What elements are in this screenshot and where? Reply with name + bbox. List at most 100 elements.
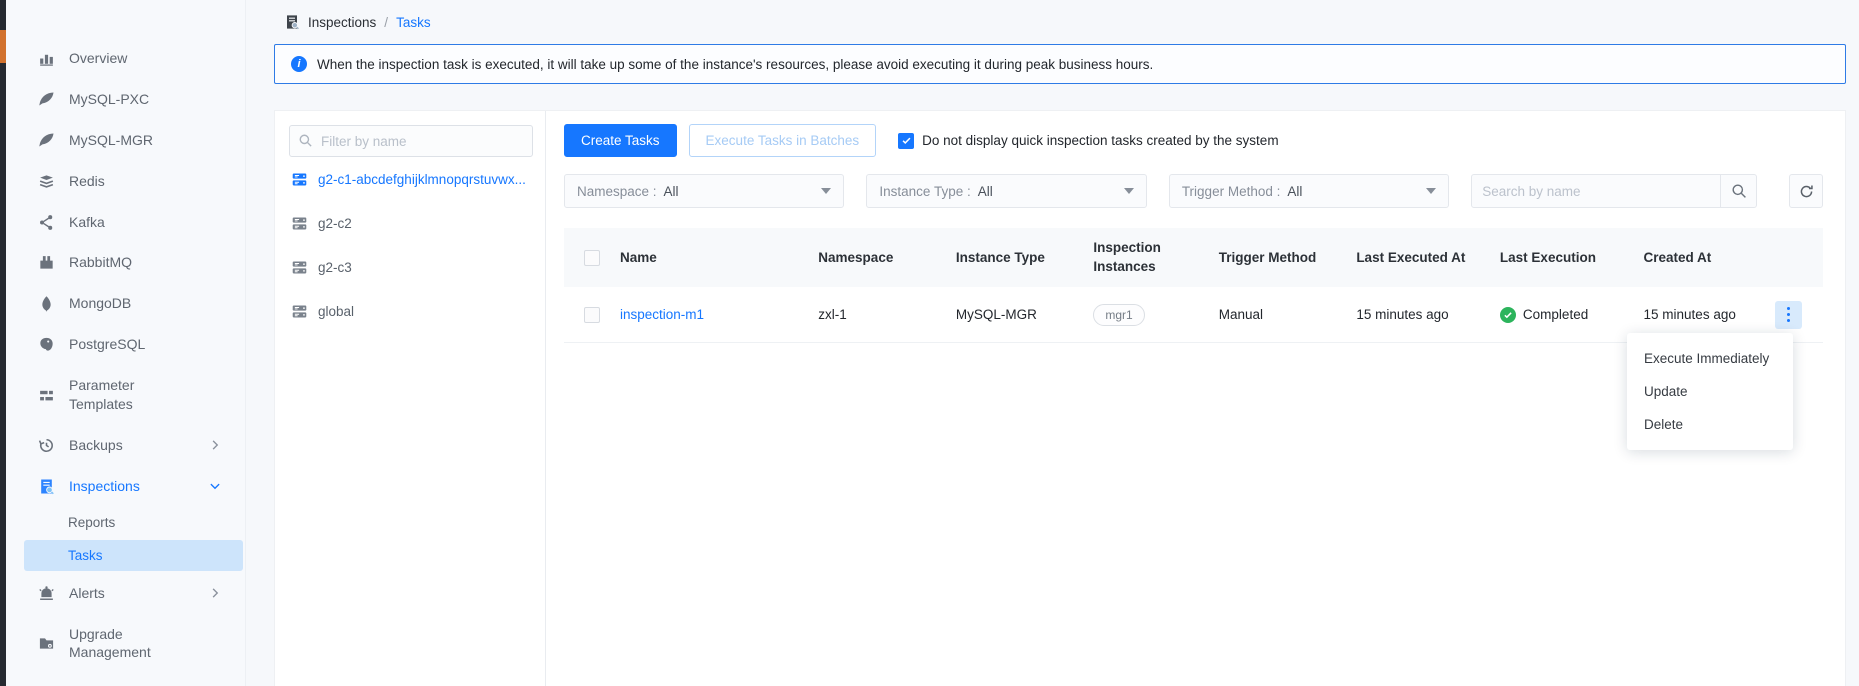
doc-magnifier-icon [38,478,55,495]
server-icon [291,303,308,320]
cluster-filter-input[interactable] [289,125,533,157]
table-header: Name Namespace Instance Type Inspection … [564,228,1823,287]
column-header-instance-type: Instance Type [956,250,1094,265]
status-badge: Completed [1500,307,1634,323]
sidebar-item-postgresql[interactable]: PostgreSQL [6,324,245,365]
table-row: inspection-m1 zxl-1 MySQL-MGR mgr1 Manua… [564,287,1823,343]
sidebar-item-tasks[interactable]: Tasks [24,540,243,571]
menu-item-delete[interactable]: Delete [1627,408,1793,441]
trigger-method-select-value: All [1287,184,1302,199]
sidebar-item-label: Alerts [69,584,105,603]
caret-down-icon [821,188,831,194]
namespace-select[interactable]: Namespace : All [564,174,844,208]
caret-down-icon [1124,188,1134,194]
rabbit-icon [38,254,55,271]
menu-item-execute-immediately[interactable]: Execute Immediately [1627,342,1793,375]
cluster-item-g2-c3[interactable]: g2-c3 [283,245,533,289]
sidebar-item-parameter-templates[interactable]: Parameter Templates [6,365,245,425]
row-checkbox[interactable] [584,307,600,323]
sidebar-item-mysql-pxc[interactable]: MySQL-PXC [6,79,245,120]
hide-system-tasks-checkbox[interactable] [898,133,914,149]
nodes-icon [38,214,55,231]
search-input[interactable] [1472,175,1720,207]
sidebar-item-label: Inspections [69,477,140,496]
info-banner-text: When the inspection task is executed, it… [317,57,1153,72]
instance-type-select[interactable]: Instance Type : All [866,174,1146,208]
sidebar-item-label: Parameter Templates [69,376,201,414]
sidebar-item-label: MySQL-PXC [69,90,149,109]
chevron-right-icon [209,587,221,599]
tasks-content: Create Tasks Execute Tasks in Batches Do… [546,111,1845,686]
sidebar-item-label: Upgrade Management [69,625,201,663]
create-tasks-button[interactable]: Create Tasks [564,124,677,157]
elephant-icon [38,336,55,353]
server-icon [291,215,308,232]
sidebar-item-label: Redis [69,172,105,191]
sidebar-item-reports[interactable]: Reports [6,507,245,538]
success-check-icon [1500,307,1516,323]
cell-last-executed-at: 15 minutes ago [1356,307,1500,322]
select-all-checkbox[interactable] [584,250,600,266]
instance-type-select-value: All [978,184,993,199]
row-actions-menu: Execute Immediately Update Delete [1627,333,1793,450]
info-banner: i When the inspection task is executed, … [274,44,1846,84]
layers-icon [38,173,55,190]
sidebar-item-upgrade-management[interactable]: Upgrade Management [6,614,245,674]
execute-batches-button[interactable]: Execute Tasks in Batches [689,124,877,157]
sidebar-item-redis[interactable]: Redis [6,161,245,202]
refresh-button[interactable] [1789,174,1823,208]
column-header-created-at: Created At [1644,250,1775,265]
column-header-last-executed-at: Last Executed At [1356,250,1500,265]
toolbar: Create Tasks Execute Tasks in Batches Do… [564,124,1823,157]
sidebar-item-label: Tasks [68,548,103,563]
sidebar-item-rabbitmq[interactable]: RabbitMQ [6,242,245,283]
cluster-item-g2-c2[interactable]: g2-c2 [283,201,533,245]
caret-down-icon [1426,188,1436,194]
server-icon [291,171,308,188]
sidebar-item-overview[interactable]: Overview [6,38,245,79]
dolphin-icon [38,91,55,108]
chevron-down-icon [209,480,221,492]
menu-item-update[interactable]: Update [1627,375,1793,408]
search-icon [298,133,313,151]
sidebar-item-alerts[interactable]: Alerts [6,573,245,614]
sidebar-item-mongodb[interactable]: MongoDB [6,283,245,324]
cluster-item-label: g2-c3 [318,260,352,275]
breadcrumb-section[interactable]: Inspections [308,15,376,30]
trigger-method-select-label: Trigger Method : [1182,184,1281,199]
breadcrumb-current[interactable]: Tasks [396,15,431,30]
app-window: Overview MySQL-PXC MySQL-MGR Redis Kafka… [0,0,1859,686]
cluster-item-global[interactable]: global [283,289,533,333]
sidebar-item-backups[interactable]: Backups [6,425,245,466]
cluster-item-label: g2-c1-abcdefghijklmnopqrstuvwx... [318,172,526,187]
trigger-method-select[interactable]: Trigger Method : All [1169,174,1449,208]
content-card: g2-c1-abcdefghijklmnopqrstuvwx... g2-c2 … [274,110,1846,686]
sidebar-item-label: RabbitMQ [69,253,132,272]
cell-namespace: zxl-1 [818,307,956,322]
sidebar-item-label: Reports [68,515,115,530]
sidebar-item-kafka[interactable]: Kafka [6,202,245,243]
leaf-icon [38,295,55,312]
backup-clock-icon [38,437,55,454]
filters-row: Namespace : All Instance Type : All Trig… [564,174,1823,208]
column-header-last-execution: Last Execution [1500,250,1644,265]
sidebar-item-label: PostgreSQL [69,335,145,354]
sidebar-item-mysql-mgr[interactable]: MySQL-MGR [6,120,245,161]
search-box [1471,174,1757,208]
breadcrumb: Inspections / Tasks [274,0,1846,44]
alarm-bell-icon [38,585,55,602]
breadcrumb-separator: / [384,15,388,30]
task-name-link[interactable]: inspection-m1 [620,307,704,322]
dolphin-icon [38,132,55,149]
server-icon [291,259,308,276]
cluster-item-g2-c1[interactable]: g2-c1-abcdefghijklmnopqrstuvwx... [283,157,533,201]
row-more-actions-button[interactable] [1775,301,1802,329]
sidebar-item-label: MySQL-MGR [69,131,153,150]
hide-system-tasks-label: Do not display quick inspection tasks cr… [922,133,1278,148]
search-button[interactable] [1720,175,1756,207]
main-area: Inspections / Tasks i When the inspectio… [246,0,1859,686]
instance-type-select-label: Instance Type : [879,184,970,199]
column-header-namespace: Namespace [818,250,956,265]
namespace-select-label: Namespace : [577,184,657,199]
sidebar-item-inspections[interactable]: Inspections [6,466,245,507]
